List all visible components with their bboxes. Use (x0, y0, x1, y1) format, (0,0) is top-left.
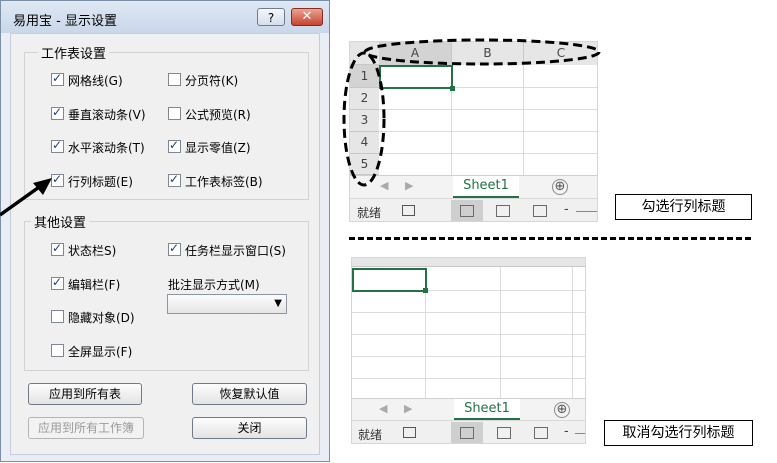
sheet-tab-bar: ◀ ▶ Sheet1 ⊕ (352, 398, 585, 421)
fill-handle[interactable] (423, 288, 428, 293)
sheet-tabs-label: 工作表标签(B) (185, 175, 263, 189)
page-breaks-checkbox[interactable] (168, 73, 181, 86)
zoom-out-icon[interactable]: - (564, 202, 569, 217)
status-ready-text: 就绪 (358, 428, 383, 442)
highlight-ellipses (342, 38, 601, 187)
scroll-left-icon[interactable]: ◀ (379, 402, 387, 415)
sheet-settings-title: 工作表设置 (38, 43, 110, 62)
zoom-out-icon[interactable]: - (564, 424, 569, 439)
close-window-button[interactable]: ✕ (291, 8, 323, 26)
taskbar-windows-checkbox[interactable] (168, 241, 181, 256)
status-ready-text: 就绪 (357, 206, 382, 220)
vertical-scrollbar-checkbox[interactable] (51, 105, 64, 120)
add-sheet-icon[interactable]: ⊕ (554, 402, 570, 418)
page-layout-view-icon[interactable] (496, 205, 510, 217)
full-screen-label: 全屏显示(F) (68, 345, 133, 359)
normal-view-icon[interactable] (460, 427, 474, 439)
formula-bar-label: 编辑栏(F) (68, 278, 121, 292)
sheet-tabs-checkbox[interactable] (168, 172, 181, 187)
status-bar-label: 状态栏S) (68, 244, 117, 258)
comment-display-label: 批注显示方式(M) (168, 278, 260, 292)
pointer-arrow-icon (0, 178, 52, 217)
restore-default-button[interactable]: 恢复默认值 (192, 383, 307, 405)
status-bar: 就绪 - (350, 198, 597, 221)
selected-cell-a1[interactable] (352, 268, 427, 292)
macro-record-icon[interactable] (402, 205, 415, 216)
gridlines-checkbox[interactable] (51, 71, 64, 86)
page-layout-view-icon[interactable] (497, 427, 511, 439)
close-button[interactable]: 关闭 (192, 417, 307, 439)
formula-preview-label: 公式预览(R) (185, 108, 251, 122)
zero-values-label: 显示零值(Z) (185, 141, 251, 155)
formula-preview-checkbox[interactable] (168, 107, 181, 120)
sheet1-tab[interactable]: Sheet1 (454, 399, 520, 421)
zoom-slider-track[interactable] (576, 211, 597, 212)
display-settings-dialog: 易用宝 - 显示设置 ? ✕ 工作表设置 网格线(G) 分页符(K) 垂直滚动条… (0, 0, 330, 462)
zoom-slider-track[interactable] (575, 433, 585, 434)
excel-without-headers: ◀ ▶ Sheet1 ⊕ 就绪 - (351, 257, 586, 444)
caption-without-headers: 取消勾选行列标题 (604, 420, 753, 446)
page-breaks-label: 分页符(K) (185, 74, 239, 88)
caption-with-headers: 勾选行列标题 (615, 194, 752, 220)
taskbar-windows-label: 任务栏显示窗口(S) (185, 244, 286, 258)
full-screen-checkbox[interactable] (51, 344, 64, 357)
normal-view-icon[interactable] (460, 205, 474, 217)
status-bar-checkbox[interactable] (51, 241, 64, 256)
gridline (352, 378, 585, 379)
apply-all-workbooks-button: 应用到所有工作簿 (28, 417, 144, 439)
hide-objects-checkbox[interactable] (51, 310, 64, 323)
scroll-right-icon[interactable]: ▶ (404, 402, 412, 415)
section-divider (349, 237, 751, 240)
row-col-headers-label: 行列标题(E) (68, 175, 133, 189)
macro-record-icon[interactable] (403, 427, 416, 438)
dialog-content-panel: 工作表设置 网格线(G) 分页符(K) 垂直滚动条(V) 公式预览(R) 水平滚… (10, 33, 320, 455)
chevron-down-icon: ▼ (274, 298, 282, 309)
page-break-view-icon[interactable] (534, 427, 548, 439)
gridline (352, 334, 585, 335)
page-break-view-icon[interactable] (533, 205, 547, 217)
top-band (352, 258, 585, 267)
hide-objects-label: 隐藏对象(D) (68, 311, 135, 325)
status-bar: 就绪 - (352, 420, 585, 443)
horizontal-scrollbar-checkbox[interactable] (51, 138, 64, 153)
formula-bar-checkbox[interactable] (51, 275, 64, 290)
zero-values-checkbox[interactable] (168, 138, 181, 153)
apply-all-sheets-button[interactable]: 应用到所有表 (28, 383, 142, 405)
help-button[interactable]: ? (257, 8, 285, 26)
gridline (352, 312, 585, 313)
gridlines-label: 网格线(G) (68, 74, 123, 88)
horizontal-scrollbar-label: 水平滚动条(T) (68, 141, 145, 155)
vertical-scrollbar-label: 垂直滚动条(V) (68, 108, 146, 122)
gridline (352, 356, 585, 357)
dialog-title: 易用宝 - 显示设置 (13, 14, 117, 29)
sheet-settings-group (24, 52, 309, 200)
dialog-titlebar: 易用宝 - 显示设置 ? ✕ (1, 1, 329, 33)
comment-display-select[interactable]: ▼ (167, 294, 287, 314)
